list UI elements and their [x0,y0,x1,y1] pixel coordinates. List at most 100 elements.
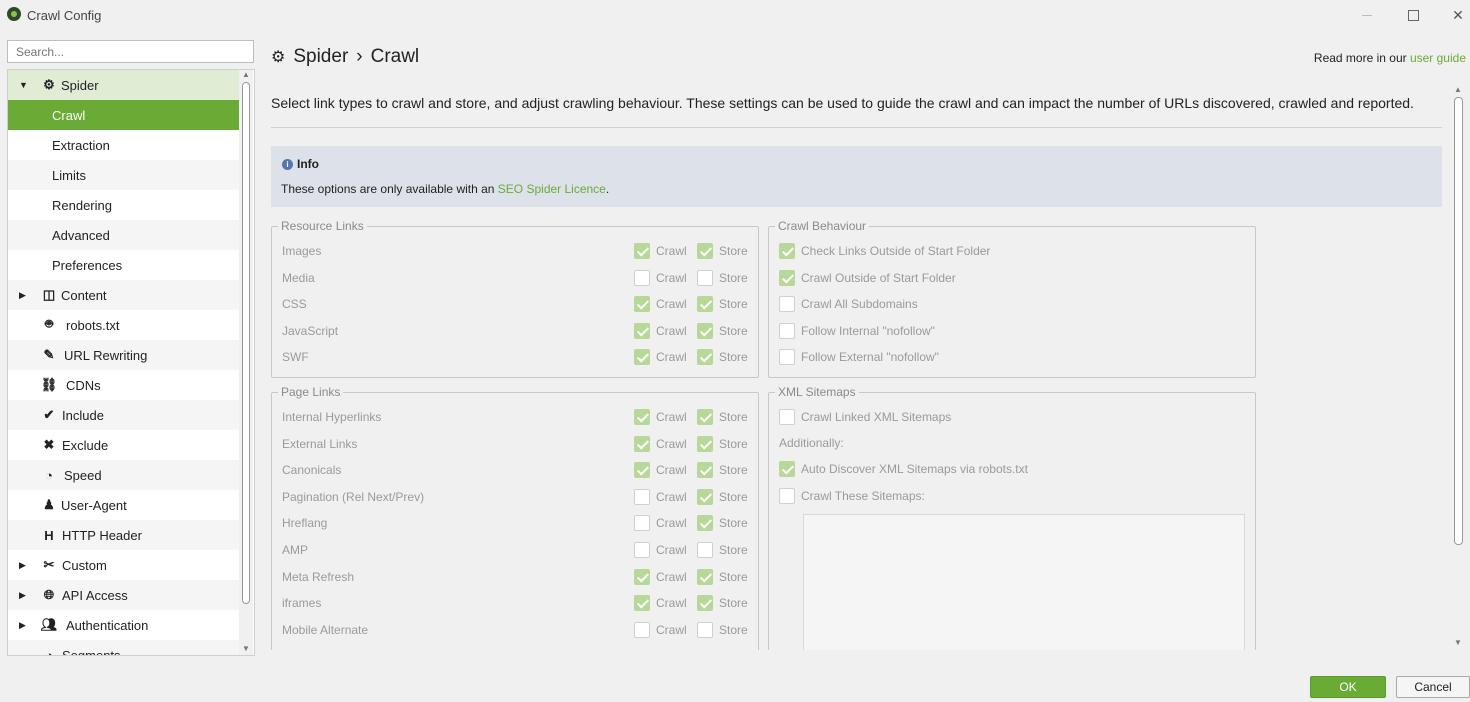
crawl-checkbox[interactable] [634,409,650,425]
scroll-down-icon[interactable]: ▼ [242,644,250,653]
scroll-up-icon[interactable]: ▲ [242,70,250,79]
crawl-checkbox[interactable] [634,296,650,313]
collapsed-arrow-icon[interactable]: ▶ [19,290,26,301]
x-circle-icon: ✖ [43,437,55,452]
store-label: Store [719,463,748,478]
sidebar-item-custom[interactable]: ▶ ✂ Custom [8,550,240,580]
store-checkbox[interactable] [697,349,713,366]
store-label: Store [719,244,748,258]
crawl-behaviour-checkbox[interactable] [779,243,795,259]
sidebar-item-user-agent[interactable]: ♟ User-Agent [8,490,240,520]
content-scrollbar[interactable]: ▲ ▼ [1452,85,1464,650]
user-guide-link[interactable]: user guide [1410,51,1466,65]
store-checkbox[interactable] [697,243,713,259]
sidebar-item-authentication[interactable]: ▶ 👥︎ Authentication [8,610,240,640]
crawl-label: Crawl [656,569,687,584]
store-checkbox[interactable] [697,568,713,585]
sidebar-item-exclude[interactable]: ✖ Exclude [8,430,240,460]
sidebar-item-crawl[interactable]: Crawl [8,100,240,130]
sidebar-item-cdns[interactable]: ⛓ CDNs [8,370,240,400]
crawl-behaviour-row[interactable]: Check Links Outside of Start Folder [779,241,990,261]
licence-link[interactable]: SEO Spider Licence [498,182,606,196]
store-checkbox[interactable] [697,269,713,286]
collapsed-arrow-icon[interactable]: ▶ [19,620,26,631]
sidebar-item-label: URL Rewriting [64,347,148,363]
crawl-checkbox[interactable] [634,462,650,479]
crawl-these-sitemaps-checkbox[interactable] [779,488,795,504]
sidebar-item-advanced[interactable]: Advanced [8,220,240,250]
collapsed-arrow-icon[interactable]: ▶ [19,560,26,571]
crawl-behaviour-checkbox[interactable] [779,349,795,366]
minimize-button[interactable] [1344,0,1390,30]
scrollbar-thumb[interactable] [1454,97,1463,545]
sidebar-item-segments[interactable]: ◕ Segments [8,640,240,655]
sidebar-item-speed[interactable]: ◔ Speed [8,460,240,490]
sidebar-item-robots[interactable]: 🤖︎ robots.txt [8,310,240,340]
crawl-checkbox[interactable] [634,568,650,585]
crawl-linked-sitemaps-checkbox[interactable] [779,409,795,425]
cancel-button[interactable]: Cancel [1396,676,1470,698]
crawl-behaviour-checkbox[interactable] [779,322,795,339]
scroll-up-icon[interactable]: ▲ [1454,85,1462,94]
crawl-checkbox[interactable] [634,595,650,612]
checkbox-label: Crawl These Sitemaps: [801,489,925,503]
sidebar-item-include[interactable]: ✔ Include [8,400,240,430]
crawl-checkbox[interactable] [634,269,650,286]
auto-discover-row[interactable]: Auto Discover XML Sitemaps via robots.tx… [779,459,1028,479]
crawl-behaviour-checkbox[interactable] [779,269,795,286]
sidebar-item-content[interactable]: ▶ ◫ Content [8,280,240,310]
close-button[interactable]: ✕ [1435,0,1470,30]
crawl-linked-sitemaps-row[interactable]: Crawl Linked XML Sitemaps [779,407,951,427]
sidebar-item-label: Custom [62,557,107,573]
sidebar-item-url-rewriting[interactable]: ✎ URL Rewriting [8,340,240,370]
store-checkbox[interactable] [697,595,713,612]
row-label: Images [282,244,322,258]
auto-discover-checkbox[interactable] [779,461,795,477]
row-label: Mobile Alternate [282,622,369,637]
crawl-checkbox[interactable] [634,349,650,366]
sidebar-item-extraction[interactable]: Extraction [8,130,240,160]
store-checkbox[interactable] [697,409,713,425]
robot-icon: 🤖︎ [45,316,53,331]
store-checkbox[interactable] [697,435,713,452]
collapsed-arrow-icon[interactable]: ▶ [19,590,26,601]
sidebar-item-rendering[interactable]: Rendering [8,190,240,220]
crawl-behaviour-row[interactable]: Follow Internal "nofollow" [779,321,935,341]
sitemaps-textarea[interactable] [803,514,1245,654]
scroll-down-icon[interactable]: ▼ [1454,638,1462,647]
crawl-behaviour-row[interactable]: Follow External "nofollow" [779,347,939,367]
maximize-button[interactable] [1390,0,1436,30]
sidebar-item-label: Preferences [52,257,123,273]
store-checkbox[interactable] [697,322,713,339]
info-title-text: Info [297,157,319,171]
store-checkbox[interactable] [697,515,713,532]
sidebar-item-http-header[interactable]: H HTTP Header [8,520,240,550]
crawl-behaviour-checkbox[interactable] [779,296,795,313]
crawl-checkbox[interactable] [634,435,650,452]
store-checkbox[interactable] [697,488,713,505]
page-link-row: AMP Crawl Store [282,540,752,560]
crawl-checkbox[interactable] [634,621,650,638]
crawl-checkbox[interactable] [634,322,650,339]
store-checkbox[interactable] [697,621,713,638]
sidebar-scrollbar[interactable]: ▲ ▼ [239,70,253,655]
crawl-behaviour-row[interactable]: Crawl Outside of Start Folder [779,268,956,288]
search-input[interactable] [7,40,254,63]
crawl-checkbox[interactable] [634,542,650,558]
crawl-checkbox[interactable] [634,515,650,532]
crawl-checkbox[interactable] [634,488,650,505]
sidebar-item-api-access[interactable]: ▶ 🌐︎ API Access [8,580,240,610]
sidebar-item-spider[interactable]: ▼ ⚙ Spider [8,70,240,100]
crawl-checkbox[interactable] [634,243,650,259]
sidebar-item-preferences[interactable]: Preferences [8,250,240,280]
sidebar-item-limits[interactable]: Limits [8,160,240,190]
store-checkbox[interactable] [697,462,713,479]
store-checkbox[interactable] [697,542,713,558]
ok-button[interactable]: OK [1310,676,1386,698]
expanded-arrow-icon[interactable]: ▼ [19,80,28,90]
divider [271,127,1442,128]
store-checkbox[interactable] [697,296,713,313]
scrollbar-thumb[interactable] [242,82,250,604]
crawl-these-sitemaps-row[interactable]: Crawl These Sitemaps: [779,486,925,506]
crawl-behaviour-row[interactable]: Crawl All Subdomains [779,294,918,314]
